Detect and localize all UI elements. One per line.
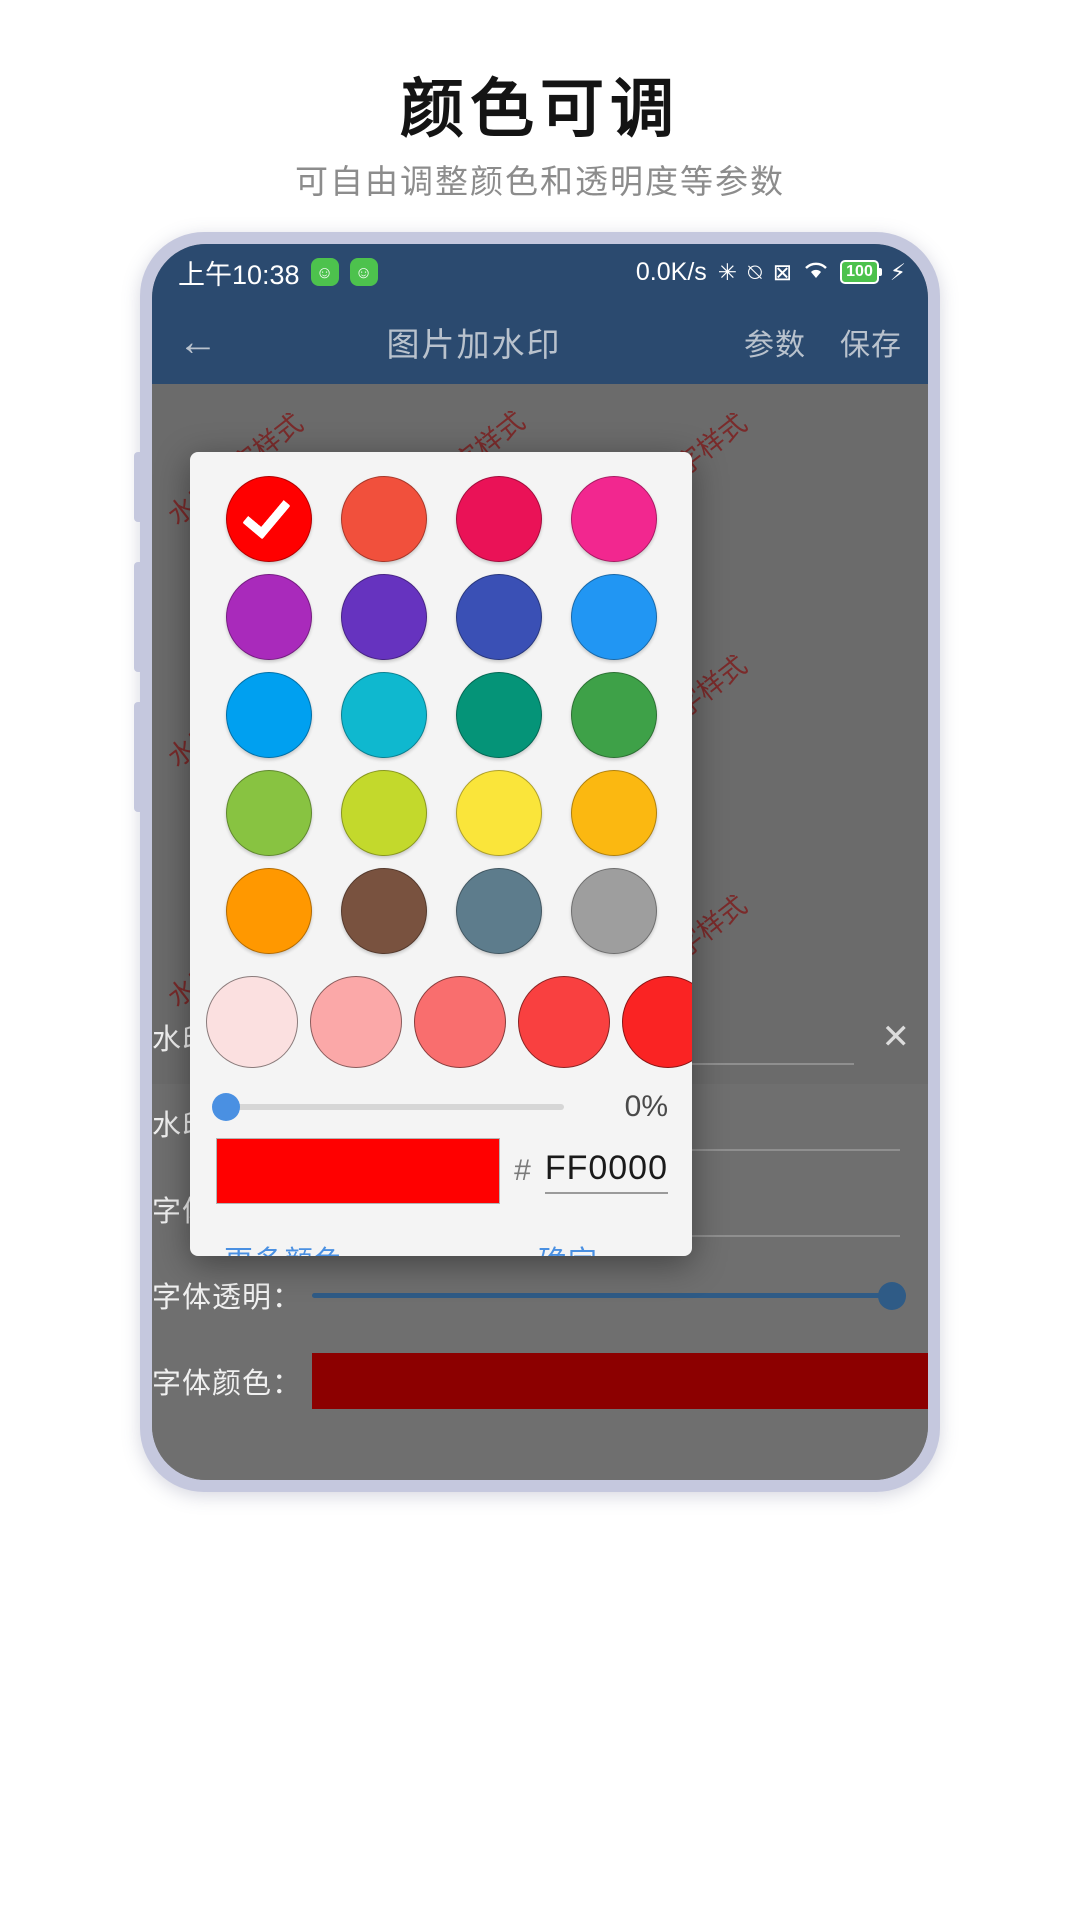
hex-input[interactable]: FF0000 [544, 1149, 668, 1194]
color-swatch[interactable] [340, 476, 427, 562]
more-colors-button[interactable]: 更多颜色 [224, 1238, 344, 1256]
android-badge-icon-1: ☺ [310, 258, 339, 286]
form-row-font-alpha: 字体透明： [152, 1252, 928, 1338]
page-title: 颜色可调 [400, 73, 680, 145]
android-badge-icon-2: ☺ [349, 258, 378, 286]
slider-track [312, 1293, 906, 1298]
shade-swatch[interactable] [622, 976, 692, 1068]
color-swatch[interactable] [225, 868, 312, 954]
hash-symbol: # [514, 1154, 531, 1187]
hex-input-row: # FF0000 [190, 1132, 692, 1204]
page-subtitle: 可自由调整颜色和透明度等参数 [295, 163, 785, 200]
status-bar: 上午10:38 ☺ ☺ 0.0K/s ✳ ⍉ ⊠ 100 ⚡ [152, 244, 928, 300]
color-picker-dialog: 0% # FF0000 更多颜色 确定 [190, 452, 692, 1256]
color-swatch[interactable] [340, 868, 427, 954]
form-label: 字体透明： [152, 1282, 303, 1314]
phone-side-button-mute [134, 452, 144, 522]
form-row-font-color: 字体颜色： [152, 1338, 928, 1424]
alpha-slider-row: 0% [190, 1068, 692, 1132]
color-swatch[interactable] [225, 574, 312, 660]
color-swatch[interactable] [570, 574, 657, 660]
color-swatch[interactable] [455, 672, 542, 758]
dialog-actions: 更多颜色 确定 [190, 1204, 692, 1256]
alpha-value-label: 0% [624, 1090, 668, 1123]
color-swatch[interactable] [570, 476, 657, 562]
close-icon[interactable]: ✕ [882, 1017, 911, 1057]
form-label: 字体颜色： [152, 1368, 303, 1400]
color-swatch[interactable] [225, 476, 312, 562]
font-color-swatch[interactable] [312, 1353, 928, 1409]
shade-swatch[interactable] [310, 976, 402, 1068]
phone-side-button-volume-up [134, 562, 144, 672]
color-swatch[interactable] [225, 770, 312, 856]
shade-swatch[interactable] [414, 976, 506, 1068]
color-swatch[interactable] [340, 672, 427, 758]
app-toolbar: ← 图片加水印 参数 保存 [152, 300, 928, 384]
params-button[interactable]: 参数 [744, 320, 806, 364]
color-palette-grid [190, 452, 692, 958]
back-arrow-icon[interactable]: ← [178, 320, 238, 365]
network-speed: 0.0K/s [635, 257, 707, 286]
shade-row [190, 976, 692, 1068]
charging-bolt-icon: ⚡ [889, 258, 906, 285]
bluetooth-icon: ✳ [717, 258, 738, 285]
confirm-button[interactable]: 确定 [538, 1238, 598, 1256]
sim-card-icon: ⊠ [772, 258, 793, 285]
color-swatch[interactable] [455, 770, 542, 856]
color-swatch[interactable] [455, 868, 542, 954]
checkmark-icon [241, 489, 291, 540]
color-swatch[interactable] [340, 574, 427, 660]
mute-bell-icon: ⍉ [748, 258, 762, 285]
shade-swatch[interactable] [206, 976, 298, 1068]
alpha-slider[interactable] [212, 1093, 564, 1121]
phone-side-button-volume-down [134, 702, 144, 812]
color-swatch[interactable] [570, 672, 657, 758]
color-preview [216, 1138, 501, 1204]
save-button[interactable]: 保存 [840, 320, 902, 364]
wifi-icon [803, 260, 829, 284]
slider-thumb[interactable] [878, 1282, 906, 1310]
color-swatch[interactable] [570, 868, 657, 954]
color-swatch[interactable] [570, 770, 657, 856]
color-swatch[interactable] [225, 672, 312, 758]
status-icons: 0.0K/s ✳ ⍉ ⊠ 100 ⚡ [636, 258, 906, 287]
shade-swatch[interactable] [518, 976, 610, 1068]
status-time: 上午10:38 [178, 259, 300, 290]
color-swatch[interactable] [455, 574, 542, 660]
battery-icon: 100 [840, 259, 882, 285]
font-alpha-slider[interactable] [312, 1280, 906, 1310]
app-title: 图片加水印 [386, 326, 562, 363]
color-swatch[interactable] [455, 476, 542, 562]
color-swatch[interactable] [340, 770, 427, 856]
alpha-slider-thumb[interactable] [212, 1093, 240, 1121]
